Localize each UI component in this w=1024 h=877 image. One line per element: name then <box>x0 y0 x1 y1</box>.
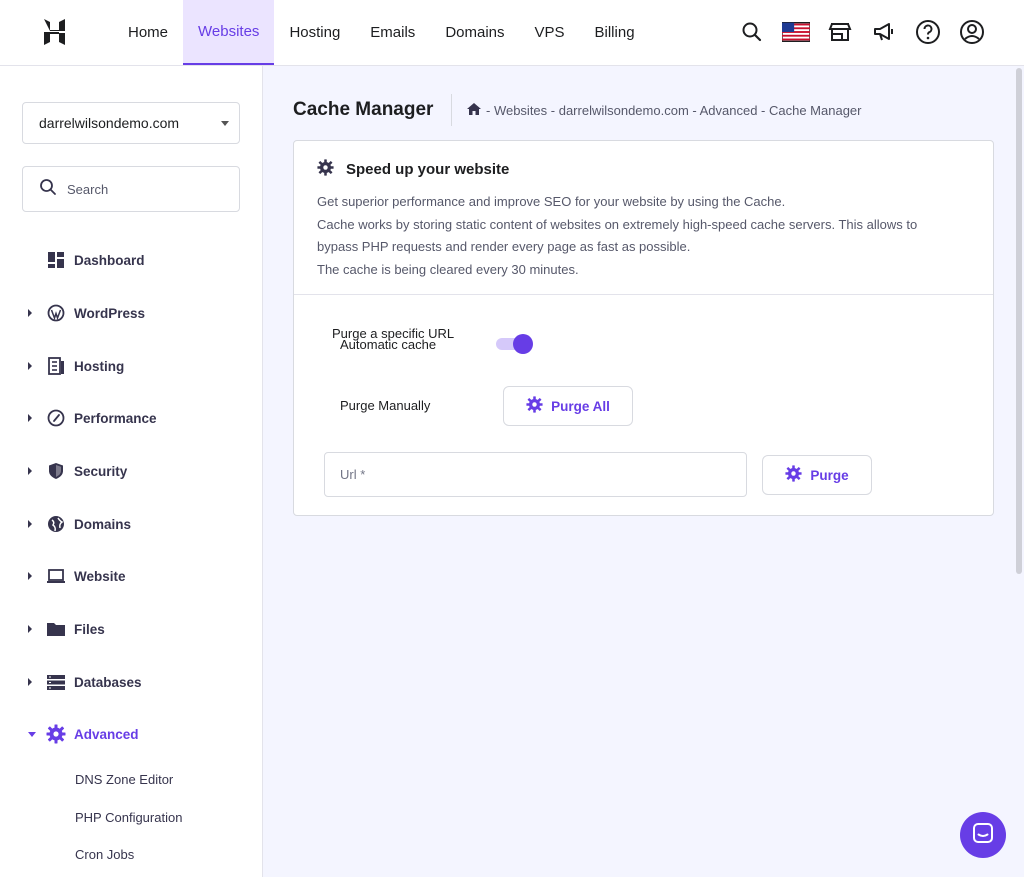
shield-icon <box>46 461 66 481</box>
sidebar-item-files[interactable]: Files <box>28 617 105 641</box>
hosting-icon <box>46 356 66 376</box>
sidebar-item-wordpress[interactable]: WordPress <box>28 301 145 325</box>
wordpress-icon <box>46 303 66 323</box>
sidebar-item-label: Dashboard <box>74 252 145 268</box>
performance-icon <box>46 408 66 428</box>
gear-icon <box>317 159 334 180</box>
sidebar-item-label: WordPress <box>74 305 146 321</box>
top-icons <box>738 18 986 46</box>
purge-all-button[interactable]: Purge All <box>503 386 633 426</box>
card-header: Speed up your website <box>317 159 509 180</box>
description-line: Cache works by storing static content of… <box>317 216 918 232</box>
scrollbar-thumb[interactable] <box>1016 68 1022 574</box>
help-icon[interactable] <box>914 18 942 46</box>
search-icon <box>39 178 57 201</box>
sidebar-item-databases[interactable]: Databases <box>28 670 142 694</box>
chevron-down-icon <box>221 121 229 126</box>
purge-manually-label: Purge Manually <box>340 398 431 413</box>
database-icon <box>46 672 66 692</box>
sidebar-search[interactable] <box>22 166 240 212</box>
dashboard-icon <box>46 250 66 270</box>
nav-billing[interactable]: Billing <box>580 0 650 65</box>
chevron-right-icon <box>28 572 38 580</box>
search-icon[interactable] <box>738 18 766 46</box>
chevron-right-icon <box>28 309 38 317</box>
sidebar-item-label: Hosting <box>74 358 125 374</box>
folder-icon <box>46 619 66 639</box>
domain-select-value: darrelwilsondemo.com <box>39 115 180 131</box>
megaphone-icon[interactable] <box>870 18 898 46</box>
sidebar-search-input[interactable] <box>67 181 217 197</box>
sidebar-item-advanced[interactable]: Advanced <box>28 722 139 746</box>
store-icon[interactable] <box>826 18 854 46</box>
sidebar-item-label: Performance <box>74 410 157 426</box>
sidebar-item-hosting[interactable]: Hosting <box>28 354 124 378</box>
sidebar-item-label: Advanced <box>74 726 139 742</box>
automatic-cache-toggle[interactable] <box>494 334 534 354</box>
account-icon[interactable] <box>958 18 986 46</box>
nav-websites[interactable]: Websites <box>183 0 275 65</box>
sidebar-item-label: Databases <box>74 674 142 690</box>
chevron-right-icon <box>28 678 38 686</box>
url-input[interactable] <box>324 452 747 497</box>
nav-domains[interactable]: Domains <box>430 0 519 65</box>
sidebar-item-label: Domains <box>74 516 132 532</box>
chat-button[interactable] <box>960 812 1006 858</box>
laptop-icon <box>46 566 66 586</box>
domain-select[interactable]: darrelwilsondemo.com <box>22 102 240 144</box>
us-flag-icon[interactable] <box>782 18 810 46</box>
page-title: Cache Manager <box>293 99 434 120</box>
gear-icon <box>526 396 543 416</box>
breadcrumb: - Websites - darrelwilsondemo.com - Adva… <box>466 102 861 119</box>
purge-label: Purge <box>810 467 849 483</box>
sidebar: darrelwilsondemo.com Dashboard WordPress… <box>0 66 263 877</box>
nav-emails[interactable]: Emails <box>355 0 430 65</box>
card-title: Speed up your website <box>346 161 510 178</box>
sidebar-item-label: Website <box>74 568 126 584</box>
sidebar-item-label: Security <box>74 463 128 479</box>
sidebar-subitem-dns-zone-editor[interactable]: DNS Zone Editor <box>75 772 173 787</box>
chevron-right-icon <box>28 467 38 475</box>
sidebar-item-dashboard[interactable]: Dashboard <box>28 248 145 272</box>
gear-icon <box>46 724 66 744</box>
nav-home[interactable]: Home <box>113 0 183 65</box>
chat-icon <box>972 822 994 849</box>
card-description: Get superior performance and improve SEO… <box>317 191 967 281</box>
sidebar-subitem-cron-jobs[interactable]: Cron Jobs <box>75 847 134 862</box>
home-icon[interactable] <box>466 102 482 119</box>
gear-icon <box>785 465 802 485</box>
purge-button[interactable]: Purge <box>762 455 872 495</box>
nav-vps[interactable]: VPS <box>520 0 580 65</box>
sidebar-item-security[interactable]: Security <box>28 459 127 483</box>
main-nav: Home Websites Hosting Emails Domains VPS… <box>113 0 650 65</box>
description-line: The cache is being cleared every 30 minu… <box>317 261 579 277</box>
divider <box>294 294 993 295</box>
scrollbar[interactable] <box>1014 66 1024 877</box>
chevron-right-icon <box>28 362 38 370</box>
nav-hosting[interactable]: Hosting <box>274 0 355 65</box>
top-navbar: Home Websites Hosting Emails Domains VPS… <box>0 0 1024 66</box>
sidebar-item-performance[interactable]: Performance <box>28 406 157 430</box>
description-line: bypass PHP requests and render every pag… <box>317 239 691 254</box>
hostinger-logo-icon[interactable] <box>40 17 70 47</box>
sidebar-item-label: Files <box>74 621 105 637</box>
chevron-right-icon <box>28 414 38 422</box>
description-line: Get superior performance and improve SEO… <box>317 194 786 209</box>
breadcrumb-path[interactable]: - Websites - darrelwilsondemo.com - Adva… <box>486 103 861 118</box>
purge-all-label: Purge All <box>551 398 610 414</box>
divider <box>451 94 452 126</box>
chevron-right-icon <box>28 625 38 633</box>
automatic-cache-label: Automatic cache <box>340 337 437 352</box>
chevron-down-icon <box>28 731 38 737</box>
globe-icon <box>46 514 66 534</box>
cache-card: Speed up your website Get superior perfo… <box>293 140 994 516</box>
chevron-right-icon <box>28 520 38 528</box>
sidebar-subitem-php-configuration[interactable]: PHP Configuration <box>75 810 182 825</box>
sidebar-item-website[interactable]: Website <box>28 564 126 588</box>
sidebar-item-domains[interactable]: Domains <box>28 512 131 536</box>
